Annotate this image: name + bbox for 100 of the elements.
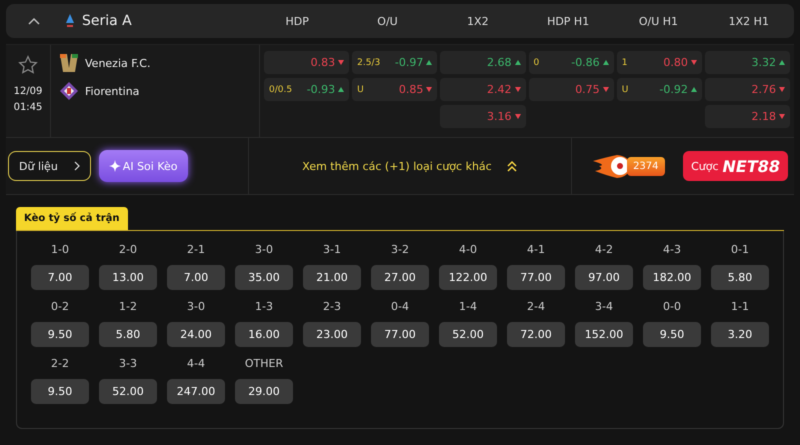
odds-button[interactable]: 52.00: [99, 379, 157, 404]
odds-button[interactable]: 0.75: [528, 78, 614, 101]
odds-value: -0.97: [394, 56, 424, 69]
data-button[interactable]: Dữ liệu: [8, 151, 91, 181]
ai-button[interactable]: AI Soi Kèo: [98, 150, 188, 182]
match-date: 12/09: [14, 85, 42, 99]
score-label: 4-1: [527, 243, 545, 256]
odds-button[interactable]: 13.00: [99, 265, 157, 290]
odds-button[interactable]: 7.00: [31, 265, 89, 290]
score-label: 2-2: [51, 357, 69, 370]
odds-button[interactable]: 21.00: [303, 265, 361, 290]
score-label: 0-0: [663, 300, 681, 313]
odds-button[interactable]: 77.00: [371, 322, 429, 347]
odds-button[interactable]: U 0.85: [352, 78, 438, 101]
odds-value: -0.86: [571, 56, 600, 69]
odds-button[interactable]: 9.50: [31, 322, 89, 347]
odds-button[interactable]: 9.50: [31, 379, 89, 404]
chevron-right-icon: [74, 161, 80, 171]
team-logo-icon: [59, 81, 79, 101]
odds-button[interactable]: 0 -0.86: [528, 51, 614, 74]
score-label: 3-1: [323, 243, 341, 256]
odds-value: 0.75: [575, 83, 600, 96]
score-label: 0-2: [51, 300, 69, 313]
team-logo-icon: [59, 53, 79, 73]
score-label: 2-0: [119, 243, 137, 256]
odds-line: U: [357, 84, 364, 94]
odds-button[interactable]: 7.00: [167, 265, 225, 290]
odds-line: 0: [534, 58, 540, 68]
odds-value: 2.18: [752, 110, 776, 123]
odds-button[interactable]: 0/0.5 -0.93: [264, 78, 350, 101]
score-label: 1-3: [255, 300, 273, 313]
odds-button[interactable]: 24.00: [167, 322, 225, 347]
odds-button[interactable]: 247.00: [167, 379, 225, 404]
odds-value: 0.80: [663, 56, 688, 69]
odds-button[interactable]: 29.00: [235, 379, 293, 404]
bet-label: Cược: [691, 160, 718, 172]
odds-button[interactable]: 152.00: [575, 322, 633, 347]
double-chevron-up-icon: [506, 160, 518, 172]
score-label: 3-4: [595, 300, 613, 313]
chevron-icon: [28, 17, 40, 25]
score-label: 3-0: [255, 243, 273, 256]
odds-button[interactable]: 3.32: [704, 51, 790, 74]
odds-button[interactable]: 27.00: [371, 265, 429, 290]
odds-button[interactable]: 72.00: [507, 322, 565, 347]
column-header: 1X2 H1: [728, 14, 770, 28]
odds-button[interactable]: 2.68: [440, 51, 526, 74]
score-tab[interactable]: Kèo tỷ số cả trận: [16, 207, 128, 230]
odds-button[interactable]: 5.80: [99, 322, 157, 347]
odds-button[interactable]: 2.76: [704, 78, 790, 101]
column-header: O/U: [376, 14, 399, 28]
odds-button[interactable]: 9.50: [643, 322, 701, 347]
column-header: O/U H1: [638, 14, 680, 28]
odds-button[interactable]: 2.5/3 -0.97: [352, 51, 438, 74]
odds-value: 3.32: [752, 56, 776, 69]
score-label: 2-1: [187, 243, 205, 256]
odds-button[interactable]: 16.00: [235, 322, 293, 347]
odds-value: 2.76: [752, 83, 776, 96]
score-label: 2-3: [323, 300, 341, 313]
odds-button[interactable]: 2.42: [440, 78, 526, 101]
odds-button[interactable]: 97.00: [575, 265, 633, 290]
odds-button[interactable]: U -0.92: [616, 78, 702, 101]
score-label: 1-2: [119, 300, 137, 313]
home-team-name: Venezia F.C.: [85, 56, 150, 70]
away-team-name: Fiorentina: [85, 84, 140, 98]
odds-button[interactable]: 77.00: [507, 265, 565, 290]
score-label: OTHER: [244, 357, 284, 370]
odds-button[interactable]: 2.18: [704, 105, 790, 128]
score-label: 0-4: [391, 300, 409, 313]
odds-value: -0.92: [659, 83, 688, 96]
score-label: 4-2: [595, 243, 613, 256]
column-header: HDP: [284, 14, 310, 28]
odds-line: 0/0.5: [269, 84, 292, 94]
score-label: 1-0: [51, 243, 69, 256]
odds-button[interactable]: 182.00: [643, 265, 701, 290]
match-time: 01:45: [14, 101, 42, 115]
odds-button[interactable]: 0.83: [264, 51, 350, 74]
score-label: 0-1: [731, 243, 749, 256]
league-name: Seria A: [82, 13, 133, 29]
brand-logo: NET88: [722, 156, 780, 176]
score-label: 4-4: [187, 357, 205, 370]
odds-line: U: [622, 84, 628, 94]
score-label: 2-4: [527, 300, 545, 313]
odds-button[interactable]: 1 0.80: [616, 51, 702, 74]
league-logo-icon: [66, 14, 74, 28]
odds-button[interactable]: 23.00: [303, 322, 361, 347]
odds-button[interactable]: 3.20: [711, 322, 769, 347]
odds-button[interactable]: 5.80: [711, 265, 769, 290]
odds-value: -0.93: [306, 83, 336, 96]
odds-button[interactable]: 3.16: [440, 105, 526, 128]
odds-button[interactable]: 122.00: [439, 265, 497, 290]
score-label: 3-0: [187, 300, 205, 313]
odds-button[interactable]: 52.00: [439, 322, 497, 347]
score-label: 1-1: [731, 300, 749, 313]
score-label: 3-2: [391, 243, 409, 256]
more-bets-link[interactable]: Xem thêm các (+1) loại cược khác: [249, 138, 572, 194]
bet-button[interactable]: Cược NET88: [683, 151, 788, 181]
odds-button[interactable]: 35.00: [235, 265, 293, 290]
star-icon[interactable]: [18, 55, 38, 75]
odds-value: 0.83: [310, 56, 336, 69]
odds-value: 0.85: [398, 83, 424, 96]
